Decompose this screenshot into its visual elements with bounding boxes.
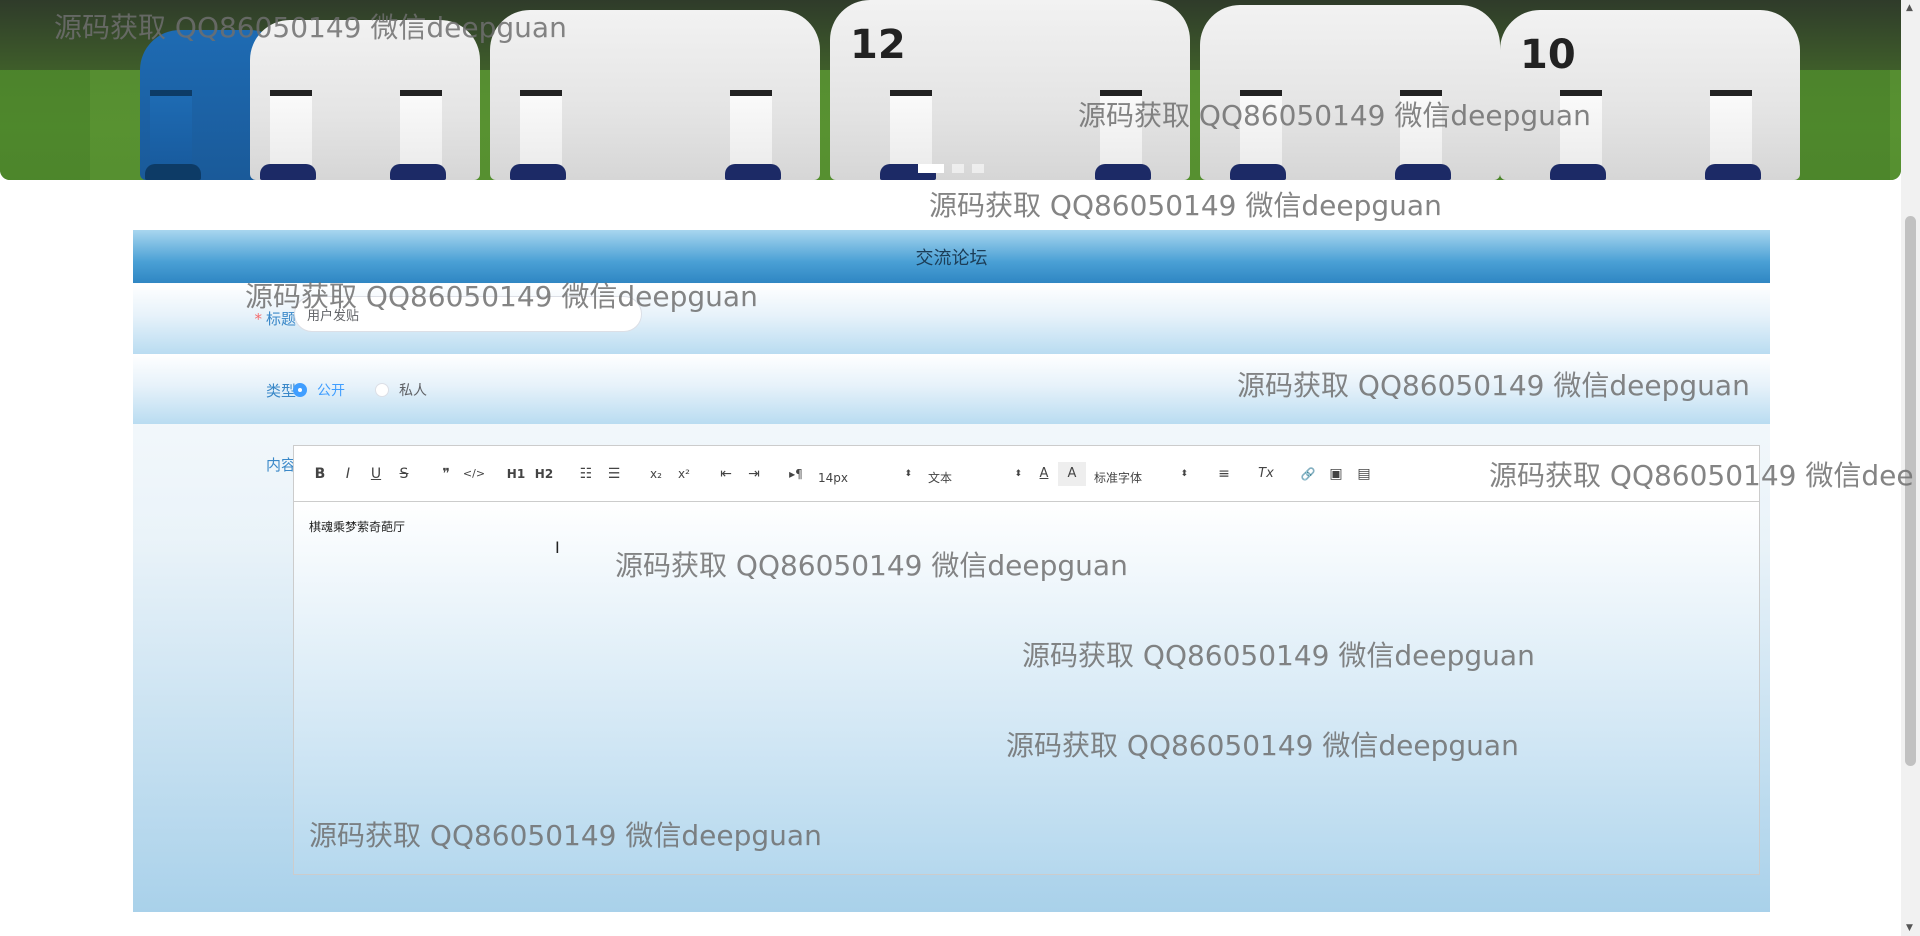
bullet-list-button[interactable]: ☰ xyxy=(600,462,628,486)
forum-header: 交流论坛 xyxy=(133,230,1770,283)
font-size-value: 14px xyxy=(818,470,848,485)
editor-content-text: 棋魂乘梦萦奇葩厅 xyxy=(309,520,406,534)
banner-player xyxy=(490,10,820,180)
header2-button[interactable]: H2 xyxy=(530,462,558,486)
header-select-value: 文本 xyxy=(928,471,953,485)
select-arrow-icon: ⬍ xyxy=(1180,468,1188,479)
underline-button[interactable]: U xyxy=(362,462,390,486)
scroll-thumb[interactable] xyxy=(1905,216,1916,766)
text-cursor-icon: I xyxy=(555,538,560,557)
scroll-up-arrow-icon[interactable]: ▲ xyxy=(1906,3,1913,13)
blockquote-button[interactable]: ❞ xyxy=(432,462,460,486)
title-input[interactable] xyxy=(294,296,642,332)
bold-button[interactable]: B xyxy=(306,462,334,486)
player-number: 10 xyxy=(1520,32,1576,78)
header1-button[interactable]: H1 xyxy=(502,462,530,486)
title-label-text: 标题 xyxy=(265,310,296,328)
select-arrow-icon: ⬍ xyxy=(904,468,912,479)
title-row: * 标题 xyxy=(133,284,1770,354)
italic-button[interactable]: I xyxy=(334,462,362,486)
subscript-button[interactable]: x₂ xyxy=(642,462,670,486)
editor-content-area[interactable]: 棋魂乘梦萦奇葩厅 xyxy=(294,502,1759,874)
superscript-button[interactable]: x² xyxy=(670,462,698,486)
image-button[interactable]: ▣ xyxy=(1322,462,1350,486)
content-label: 内容 xyxy=(265,456,296,474)
watermark-text: 源码获取 QQ86050149 微信deepguan xyxy=(929,189,1442,222)
video-button[interactable]: ▤ xyxy=(1350,462,1378,486)
type-row: 类型 公开 私人 xyxy=(133,354,1770,424)
code-block-button[interactable]: </> xyxy=(460,462,488,486)
banner-player: 12 xyxy=(830,0,1190,180)
radio-circle-icon xyxy=(375,383,389,397)
select-arrow-icon: ⬍ xyxy=(1014,468,1022,479)
banner-player: 10 xyxy=(1500,10,1800,180)
banner-player xyxy=(1200,5,1500,180)
forum-panel: 交流论坛 *标题 类型 公开 私人 内容 B I U S ❞ </> H1 H2… xyxy=(133,230,1770,912)
banner-player xyxy=(250,20,480,180)
title-label: * 标题 xyxy=(246,308,296,329)
page-scrollbar[interactable]: ▲ ▼ xyxy=(1901,0,1920,936)
carousel-dot[interactable] xyxy=(918,164,944,173)
font-size-select[interactable]: 14px ⬍ xyxy=(810,466,920,490)
align-button[interactable]: ≡ xyxy=(1210,462,1238,486)
font-family-value: 标准字体 xyxy=(1094,471,1143,485)
type-option-label: 公开 xyxy=(317,383,345,399)
carousel-dot[interactable] xyxy=(972,164,984,173)
text-direction-button[interactable]: ▸¶ xyxy=(782,462,810,486)
scroll-down-arrow-icon[interactable]: ▼ xyxy=(1906,923,1913,933)
rich-text-editor: B I U S ❞ </> H1 H2 ☷ ☰ x₂ x² ⇤ ⇥ ▸¶ 14p… xyxy=(293,445,1760,875)
text-color-button[interactable]: A xyxy=(1030,462,1058,486)
radio-circle-icon xyxy=(293,383,307,397)
header-select[interactable]: 文本 ⬍ xyxy=(920,466,1030,490)
carousel-indicators xyxy=(918,164,984,173)
indent-increase-button[interactable]: ⇥ xyxy=(740,462,768,486)
type-radio-private[interactable]: 私人 xyxy=(375,380,427,400)
banner-carousel[interactable]: 12 10 xyxy=(0,0,1901,180)
editor-toolbar: B I U S ❞ </> H1 H2 ☷ ☰ x₂ x² ⇤ ⇥ ▸¶ 14p… xyxy=(294,446,1759,502)
type-label: 类型 xyxy=(265,382,296,400)
ordered-list-button[interactable]: ☷ xyxy=(572,462,600,486)
clean-format-button[interactable]: Tx xyxy=(1252,462,1280,486)
required-mark: * xyxy=(254,310,262,328)
indent-decrease-button[interactable]: ⇤ xyxy=(712,462,740,486)
strike-button[interactable]: S xyxy=(390,462,418,486)
link-button[interactable]: 🔗 xyxy=(1294,462,1322,486)
background-color-button[interactable]: A xyxy=(1058,461,1086,486)
player-number: 12 xyxy=(850,22,906,68)
type-radio-public[interactable]: 公开 xyxy=(293,380,345,400)
type-option-label: 私人 xyxy=(399,383,427,399)
font-family-select[interactable]: 标准字体 ⬍ xyxy=(1086,466,1196,490)
carousel-dot[interactable] xyxy=(952,164,964,173)
